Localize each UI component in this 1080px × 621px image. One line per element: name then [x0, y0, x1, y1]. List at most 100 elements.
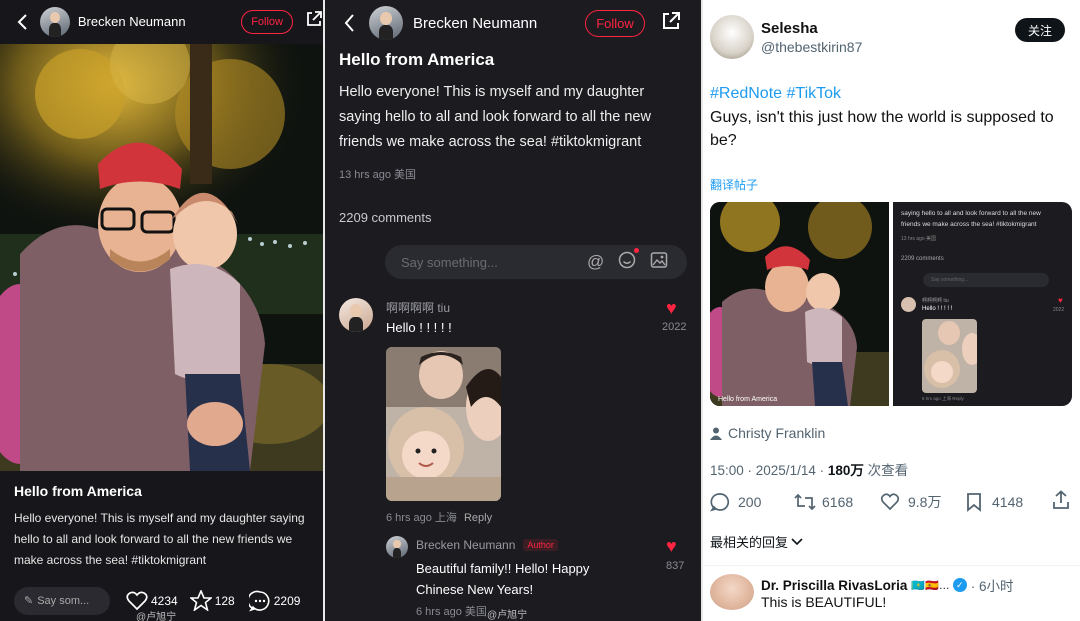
comment-placeholder: Say som... [37, 594, 90, 607]
tweet-image-1[interactable] [710, 202, 889, 406]
reply-time: · 6小时 [970, 579, 1014, 594]
comment-count: 2209 [273, 593, 301, 608]
reply-button[interactable]: Reply [464, 512, 492, 524]
mini-text-line2: friends we make across the sea! #tiktokm… [901, 221, 1037, 228]
post-body: Hello everyone! This is myself and my da… [339, 80, 689, 155]
retweet-button[interactable]: 6168 [794, 493, 880, 511]
reply-sort-dropdown[interactable]: 最相关的回复 [710, 532, 803, 551]
reply-button[interactable]: 200 [710, 492, 794, 512]
comment-placeholder: Say something... [401, 254, 498, 270]
credit-name[interactable]: Christy Franklin [728, 425, 825, 441]
like-count: 4234 [151, 593, 178, 608]
middle-header: Brecken Neumann Follow [325, 0, 701, 46]
person-icon [710, 427, 722, 440]
commenter-avatar[interactable] [339, 298, 373, 332]
author-badge: Author [523, 539, 558, 551]
middle-post-panel: Brecken Neumann Follow Hello from Americ… [325, 0, 701, 621]
tweet-time: 15:00 · 2025/1/14 · [710, 463, 828, 478]
follow-button[interactable]: 关注 [1015, 18, 1065, 42]
comments-count: 2209 comments [339, 210, 432, 225]
comment-photo[interactable] [386, 347, 501, 501]
mini-comment-text: Hello ! ! ! ! ! [922, 306, 953, 312]
post-hashtag[interactable]: #tiktokmigrant [131, 553, 206, 567]
right-tweet-panel: Selesha @thebestkirin87 关注 #RedNote #Tik… [703, 0, 1080, 621]
verified-badge-icon: ✓ [952, 578, 967, 592]
emoji-icon[interactable] [618, 247, 640, 274]
reply-author-name[interactable]: Brecken Neumann [416, 538, 515, 552]
post-photo[interactable] [0, 44, 323, 471]
post-hashtag[interactable]: #tiktokmigrant [551, 134, 641, 150]
separator [703, 565, 1080, 566]
tweet-image-2[interactable]: saying hello to all and look forward to … [893, 202, 1072, 406]
reply-author-name[interactable]: Dr. Priscilla RivasLoria [761, 578, 907, 593]
reply-author-row: Brecken Neumann Author [416, 538, 558, 552]
watermark: @卢旭宁 [136, 612, 177, 621]
bookmark-count: 4148 [992, 493, 1024, 510]
comment-text: Hello ! ! ! ! ! [386, 320, 452, 335]
reply-like-count: 837 [666, 560, 685, 572]
reply-icon [710, 492, 730, 511]
comment-like-count: 2022 [662, 321, 687, 333]
comment-bubble-icon [248, 590, 270, 611]
media-credit: Christy Franklin [710, 425, 825, 441]
left-post-panel: Brecken Neumann Follow Hello from Americ… [0, 0, 323, 621]
post-title: Hello from America [14, 483, 142, 499]
tweet-author-avatar[interactable] [710, 15, 754, 59]
heart-outline-icon [880, 492, 900, 510]
favorite-count: 128 [214, 593, 235, 608]
tweet-views: 180万 [827, 463, 864, 478]
reply-count: 200 [738, 493, 762, 510]
mini-avatar [901, 297, 916, 312]
mini-reply-meta: 6 hrs ago 上海 Reply [922, 396, 964, 401]
reply-text: This is BEAUTIFUL! [761, 594, 887, 610]
author-avatar[interactable] [39, 6, 70, 37]
comments-button[interactable]: 2209 [248, 590, 301, 612]
mention-icon[interactable]: @ [587, 252, 604, 272]
share-icon[interactable] [661, 11, 681, 36]
mini-comment-likes: 2022 [1053, 307, 1065, 313]
comment-time: 6 hrs ago 上海 [386, 512, 457, 524]
back-arrow-icon[interactable] [10, 10, 34, 34]
mini-comments: 2209 comments [901, 256, 944, 262]
commenter-name[interactable]: 啊啊啊啊 tiu [386, 299, 450, 316]
follow-button[interactable]: Follow [585, 9, 645, 37]
comment-input[interactable]: Say something... @ [385, 245, 687, 279]
comment-heart-icon[interactable]: ♥ [666, 298, 677, 319]
back-arrow-icon[interactable] [337, 11, 361, 35]
mini-heart-icon: ♥ [1058, 296, 1063, 305]
share-icon[interactable] [1052, 490, 1070, 513]
bookmark-button[interactable]: 4148 [966, 492, 1052, 512]
author-name[interactable]: Brecken Neumann [413, 15, 585, 32]
reply-author-avatar[interactable] [386, 536, 408, 558]
sort-label: 最相关的回复 [710, 535, 789, 550]
mini-say: Say something... [923, 273, 1049, 287]
like-button[interactable]: 9.8万 [880, 492, 966, 512]
tweet-handle[interactable]: @thebestkirin87 [761, 39, 862, 55]
tweet-actions: 200 6168 9.8万 4148 [710, 490, 1075, 513]
image-icon[interactable] [650, 251, 668, 274]
tweet-image-caption: Hello from America [718, 396, 778, 403]
post-title: Hello from America [339, 50, 495, 69]
share-icon[interactable] [305, 10, 323, 33]
reply-avatar[interactable] [710, 574, 754, 610]
reply-header: Dr. Priscilla RivasLoria 🇰🇿🇪🇸… ✓ · 6小时 [761, 575, 1014, 595]
pencil-icon: ✎ [24, 595, 34, 607]
reply-heart-icon[interactable]: ♥ [666, 536, 677, 557]
retweet-icon [794, 493, 816, 510]
author-avatar[interactable] [369, 6, 403, 40]
star-icon [189, 590, 212, 611]
tweet-hashtags[interactable]: #RedNote #TikTok [710, 85, 841, 103]
mini-post-text: saying hello to all and look forward to … [901, 208, 1066, 230]
author-name[interactable]: Brecken Neumann [78, 14, 237, 29]
mini-comment-photo [922, 319, 977, 393]
tweet-display-name[interactable]: Selesha [761, 20, 818, 37]
left-header: Brecken Neumann Follow [0, 0, 323, 43]
reply-meta: 6 hrs ago 美国 [416, 606, 487, 618]
post-time-location: 13 hrs ago 美国 [339, 169, 417, 181]
like-count: 9.8万 [908, 493, 942, 510]
translate-link[interactable]: 翻译帖子 [710, 176, 758, 193]
comment-input[interactable]: ✎ Say som... [14, 586, 110, 615]
favorite-button[interactable]: 128 [189, 590, 235, 611]
tweet-views-label: 次查看 [867, 463, 909, 478]
follow-button[interactable]: Follow [241, 9, 293, 34]
